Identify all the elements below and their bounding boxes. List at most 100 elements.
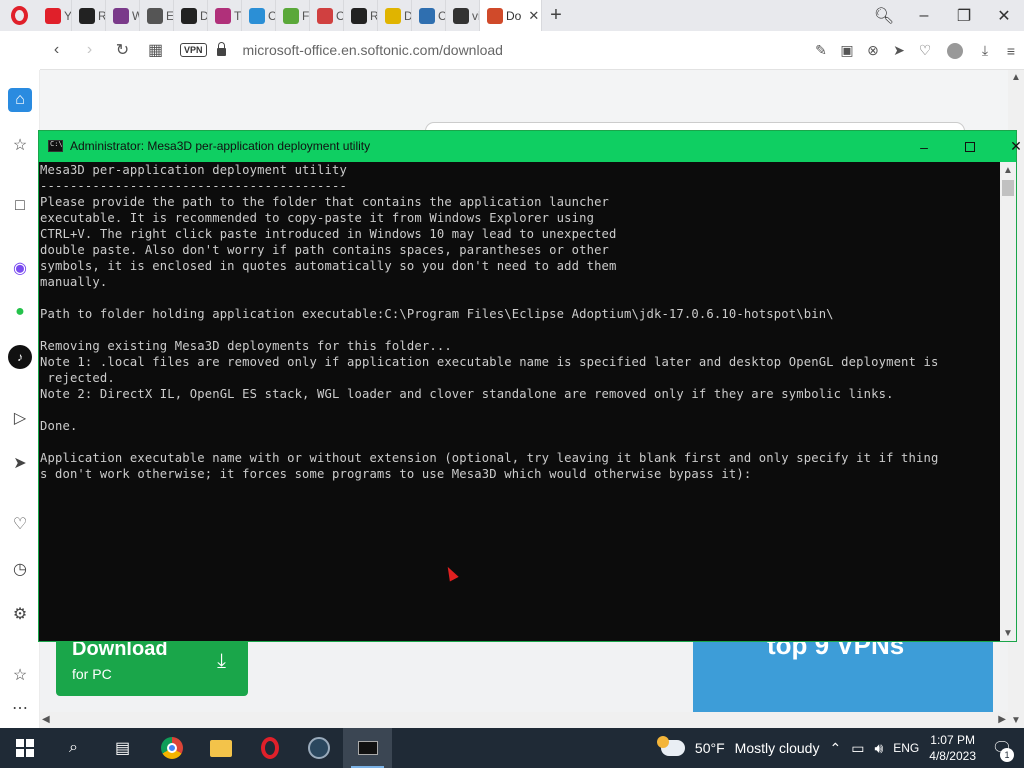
tab-item[interactable]: You [38,0,72,31]
opera-logo-icon [10,6,28,25]
weather-temperature[interactable]: 50°F [695,740,725,756]
scroll-left-icon[interactable]: ◀ [42,714,50,725]
console-close-button[interactable]: ✕ [993,131,1024,162]
tab-item[interactable]: E2C [140,0,174,31]
console-minimize-button[interactable]: – [901,131,947,162]
camera-icon[interactable]: ▣ [834,42,860,59]
settings-gear-icon[interactable]: ⚙ [8,602,32,626]
tab-label: Wir [132,9,139,23]
tab-item[interactable]: Dov [378,0,412,31]
weather-condition[interactable]: Mostly cloudy [735,740,820,756]
search-tabs-icon[interactable]: 🔍︎ [864,0,904,31]
tab-label: Ска [438,8,446,23]
chrome-icon[interactable] [147,728,196,768]
notification-count: 1 [1000,748,1014,762]
url-field[interactable]: microsoft-office.en.softonic.com/downloa… [243,42,503,58]
search-icon[interactable]: ⌕ [49,728,98,768]
back-button[interactable]: ‹ [40,41,73,59]
opera-taskbar-icon[interactable] [245,728,294,768]
clock[interactable]: 1:07 PM 4/8/2023 [929,732,976,764]
tab-grid-button[interactable]: ▦ [139,40,172,60]
tab-strip: You Rel Wir E2C Dov Tha Cor Fas Oop Rel Dov Ска viev… [38,0,542,31]
downloads-icon[interactable]: ⤓ [972,42,998,59]
history-clock-icon[interactable]: ◷ [8,557,32,581]
error-icon [317,7,333,24]
tab-label: Oop [336,9,343,23]
console-output[interactable]: Mesa3D per-application deployment utilit… [40,162,1000,641]
new-tab-button[interactable]: + [542,0,570,31]
send-icon[interactable]: ➤ [886,42,912,59]
console-scroll-thumb[interactable] [1002,180,1014,196]
lightbulb-icon[interactable]: ☆ [8,663,32,687]
browser-minimize-button[interactable]: – [904,0,944,31]
player-icon[interactable]: ▷ [8,406,32,430]
console-window[interactable]: Administrator: Mesa3D per-application de… [38,130,1022,642]
more-dots-icon[interactable]: ⋯ [8,696,32,720]
opera-menu-button[interactable] [0,0,38,31]
browser-close-button[interactable]: ✕ [984,0,1024,31]
tab-item[interactable]: viev [446,0,480,31]
winrar-icon [113,7,129,24]
file-explorer-icon[interactable] [196,728,245,768]
clock-date: 4/8/2023 [929,749,976,763]
tab-active[interactable]: Do ✕ [480,0,542,31]
tab-item[interactable]: Rel [344,0,378,31]
page-horizontal-scrollbar[interactable]: ◀ ▶ [40,712,1008,728]
console-scroll-up-icon[interactable]: ▲ [1003,165,1013,176]
lock-icon[interactable] [216,42,226,56]
arc-icon [215,7,231,24]
console-scrollbar[interactable]: ▲ ▼ [1000,162,1016,641]
tab-item[interactable]: Wir [106,0,140,31]
tab-label: Rel [98,8,106,23]
tab-item[interactable]: Ска [412,0,446,31]
speed-dial-star-icon[interactable]: ☆ [8,133,32,157]
console-app-icon [48,140,63,152]
tab-item[interactable]: Rel [72,0,106,31]
tab-label: E2C [166,8,174,23]
tab-item[interactable]: Oop [310,0,344,31]
scroll-right-icon[interactable]: ▶ [998,714,1006,725]
console-scroll-down-icon[interactable]: ▼ [1003,628,1013,639]
whatsapp-icon[interactable]: ● [8,300,32,324]
send-flow-icon[interactable]: ➤ [8,451,32,475]
scroll-up-icon[interactable]: ▲ [1011,72,1021,83]
vpn-badge[interactable]: VPN [180,43,207,57]
monitor-icon [249,7,265,24]
show-hidden-icons-icon[interactable]: ⌃ [829,740,841,757]
clock-time: 1:07 PM [930,733,975,747]
home-icon[interactable]: ⌂ [8,88,32,112]
favorites-heart-icon[interactable]: ♡ [8,512,32,536]
forward-button[interactable]: › [73,41,106,59]
address-bar-row: ‹ › ↻ ▦ VPN microsoft-office.en.softonic… [40,31,1024,70]
easy-setup-icon[interactable]: ≡ [998,43,1024,59]
download-button-subtitle: for PC [72,666,112,682]
network-icon[interactable]: ▭ [851,740,864,757]
volume-icon[interactable]: 🔊︎ [874,740,883,757]
tab-label: Cor [268,8,276,23]
tab-close-icon[interactable]: ✕ [528,8,539,24]
tab-item[interactable]: Dov [174,0,208,31]
profile-avatar[interactable] [947,42,963,59]
heart-icon[interactable]: ♡ [912,42,938,59]
tiktok-icon[interactable]: ♪ [8,345,32,369]
adblock-icon[interactable]: ⊗ [860,42,886,59]
console-title-bar[interactable]: Administrator: Mesa3D per-application de… [39,131,1022,162]
console-taskbar-icon[interactable] [343,728,392,768]
tab-item[interactable]: Fas [276,0,310,31]
console-maximize-button[interactable] [947,131,993,162]
language-indicator[interactable]: ENG [893,741,919,755]
start-button[interactable] [0,728,49,768]
edit-icon[interactable]: ✎ [808,42,834,59]
notifications-icon[interactable]: 🗨︎1 [986,738,1018,762]
tab-item[interactable]: Cor [242,0,276,31]
reload-button[interactable]: ↻ [106,40,139,60]
task-view-icon[interactable]: ▤ [98,728,147,768]
messenger-icon[interactable]: ◉ [8,256,32,280]
steam-icon[interactable] [294,728,343,768]
tab-label: You [64,8,71,23]
shopping-bag-icon[interactable]: □ [8,194,32,218]
browser-restore-button[interactable]: ❐ [944,0,984,31]
scroll-down-icon[interactable]: ▼ [1011,715,1021,726]
weather-cloud-icon[interactable] [656,736,685,756]
tab-item[interactable]: Tha [208,0,242,31]
